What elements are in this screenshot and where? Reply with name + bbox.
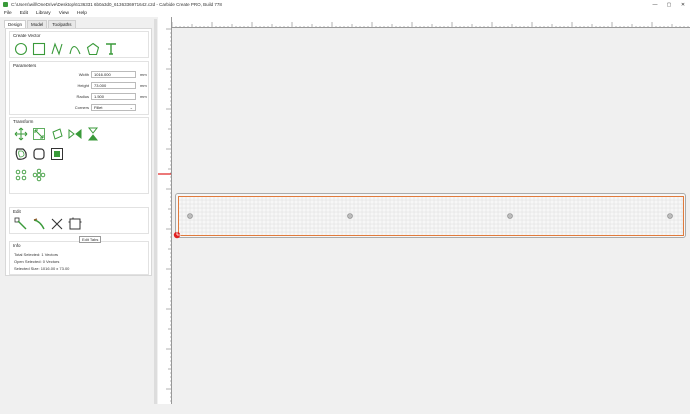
info-value: 0 Vectors (42, 259, 60, 264)
tab-markers (187, 213, 673, 219)
tab-toolpaths[interactable]: Toolpaths (48, 20, 76, 28)
left-panel: Design Model Toolpaths Create Vector Par… (0, 18, 157, 414)
corners-select[interactable]: Fillet ⌄ (91, 104, 136, 111)
section-title: Info (13, 243, 21, 248)
menu-help[interactable]: Help (77, 11, 87, 16)
menu-file[interactable]: File (4, 11, 12, 16)
corners-label: Corners (74, 105, 89, 110)
menu-edit[interactable]: Edit (20, 11, 28, 16)
info-value: 1016.00 x 73.00 (40, 266, 70, 271)
scale-icon[interactable] (32, 127, 46, 141)
mirror-vertical-icon[interactable] (86, 127, 100, 141)
width-unit: mm (140, 72, 147, 77)
transform-section: Transform (9, 117, 149, 194)
polyline-icon[interactable] (50, 42, 64, 56)
info-label: Open Selected: (14, 259, 42, 264)
menu-library[interactable]: Library (36, 11, 51, 16)
maximize-button[interactable]: ▢ (662, 0, 676, 9)
node-edit-icon[interactable] (14, 217, 28, 231)
section-title: Edit (13, 209, 21, 214)
mirror-horizontal-icon[interactable] (68, 127, 82, 141)
tab-model[interactable]: Model (27, 20, 48, 28)
vertical-ruler (158, 17, 172, 404)
edit-section: Edit (9, 207, 149, 234)
app-icon (3, 2, 8, 7)
section-title: Parameters (13, 63, 37, 68)
section-title: Transform (13, 119, 34, 124)
tab-marker[interactable] (667, 213, 673, 219)
width-input[interactable]: 1016.000 (91, 71, 136, 78)
align-icon[interactable] (14, 168, 28, 182)
height-input[interactable]: 73.000 (91, 82, 136, 89)
rotate-icon[interactable] (50, 127, 64, 141)
panel-scrollbar[interactable] (154, 19, 157, 409)
info-label: Selected Size: (14, 266, 40, 271)
minimize-button[interactable]: — (648, 0, 662, 9)
parameters-section: Parameters Width 1016.000 mm Height 73.0… (9, 61, 149, 115)
radius-input[interactable]: 1.500 (91, 93, 136, 100)
tab-marker[interactable] (507, 213, 513, 219)
knife-icon[interactable] (32, 217, 46, 231)
info-section: Info Total Selected: 1 Vectors Open Sele… (9, 241, 149, 275)
width-label: Width (78, 72, 89, 77)
array-icon[interactable] (32, 168, 46, 182)
origin-marker (173, 231, 181, 239)
polygon-icon[interactable] (86, 42, 100, 56)
mode-tabs: Design Model Toolpaths (4, 20, 77, 28)
info-value: 1 Vectors (41, 252, 59, 257)
info-row-open: Open Selected: 0 Vectors (14, 259, 59, 264)
info-row-size: Selected Size: 1016.00 x 73.00 (14, 266, 69, 271)
section-title: Create Vector (13, 33, 41, 38)
tab-marker[interactable] (187, 213, 193, 219)
status-bar (0, 404, 690, 414)
rectangle-icon[interactable] (32, 42, 46, 56)
circle-icon[interactable] (14, 42, 28, 56)
move-icon[interactable] (14, 127, 28, 141)
trim-icon[interactable] (50, 217, 64, 231)
window-controls: — ▢ ✕ (648, 0, 690, 9)
height-label: Height (77, 83, 89, 88)
curve-icon[interactable] (68, 42, 82, 56)
tab-design[interactable]: Design (4, 20, 27, 28)
edit-tabs-icon[interactable] (68, 217, 82, 231)
text-icon[interactable] (104, 42, 118, 56)
edit-tabs-tooltip: Edit Tabs (79, 236, 102, 243)
info-label: Total Selected: (14, 252, 41, 257)
chevron-down-icon: ⌄ (129, 105, 133, 110)
offset-icon[interactable] (14, 147, 28, 161)
info-row-total: Total Selected: 1 Vectors (14, 252, 58, 257)
menu-view[interactable]: View (59, 11, 69, 16)
close-button[interactable]: ✕ (676, 0, 690, 9)
corners-value: Fillet (94, 105, 103, 110)
fillet-icon[interactable] (32, 147, 46, 161)
tab-marker[interactable] (347, 213, 353, 219)
height-unit: mm (140, 83, 147, 88)
create-vector-section: Create Vector (9, 31, 149, 58)
menu-bar: File Edit Library View Help (0, 9, 690, 17)
title-bar: C:\Users\will\OneDrive\Desktop\6136331 6… (0, 0, 690, 9)
window-title: C:\Users\will\OneDrive\Desktop\6136331 6… (11, 2, 222, 7)
radius-unit: mm (140, 94, 147, 99)
horizontal-ruler (158, 17, 690, 28)
boolean-icon[interactable] (50, 147, 64, 161)
radius-label: Radius (76, 94, 89, 99)
